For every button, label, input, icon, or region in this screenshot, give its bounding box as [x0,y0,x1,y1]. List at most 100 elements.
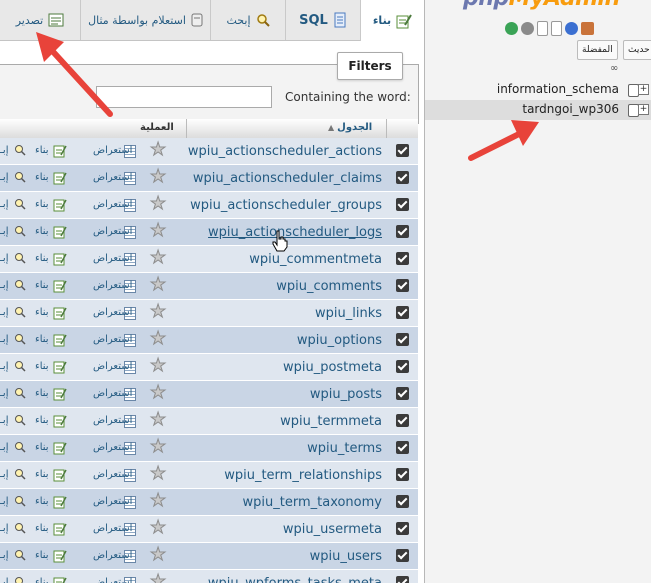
db-item-information-schema[interactable]: information_schema + [425,80,651,100]
browse-link[interactable]: استعراض [93,388,132,399]
db-item-tardngoi-wp306[interactable]: tardngoi_wp306 + [425,100,651,120]
table-name-link[interactable]: wpiu_comments [276,279,382,294]
table-name-link[interactable]: wpiu_postmeta [283,360,382,375]
structure-link[interactable]: بناء [35,388,49,399]
favorite-star-icon[interactable]: ★ [149,464,166,483]
table-name-link[interactable]: wpiu_usermeta [283,522,382,537]
row-checkbox[interactable] [396,171,409,184]
structure-link[interactable]: بناء [35,496,49,507]
structure-link[interactable]: بناء [35,550,49,561]
structure-icon[interactable] [53,252,67,266]
search-icon[interactable] [14,252,26,265]
search-icon[interactable] [14,360,26,373]
search-link[interactable]: إبـ [0,442,9,453]
search-link[interactable]: إبـ [0,388,9,399]
browse-link[interactable]: استعراض [93,145,132,156]
link-icon[interactable]: ∞ [610,63,618,74]
favorite-star-icon[interactable]: ★ [149,410,166,429]
browse-link[interactable]: استعراض [93,307,132,318]
structure-icon[interactable] [53,171,67,185]
search-link[interactable]: إبـ [0,226,9,237]
row-checkbox[interactable] [396,468,409,481]
structure-link[interactable]: بناء [35,253,49,264]
browse-link[interactable]: استعراض [93,550,132,561]
browse-link[interactable]: استعراض [93,523,132,534]
search-link[interactable]: إبـ [0,199,9,210]
favorite-star-icon[interactable]: ★ [149,167,166,186]
structure-link[interactable]: بناء [35,199,49,210]
tab-sql[interactable]: SQL [285,0,360,40]
row-checkbox[interactable] [396,333,409,346]
row-checkbox[interactable] [396,441,409,454]
search-link[interactable]: إبـ [0,172,9,183]
search-link[interactable]: إبـ [0,469,9,480]
favorite-star-icon[interactable]: ★ [149,275,166,294]
structure-icon[interactable] [53,387,67,401]
search-link[interactable]: إبـ [0,577,9,583]
structure-link[interactable]: بناء [35,523,49,534]
browse-link[interactable]: استعراض [93,415,132,426]
search-icon[interactable] [14,495,26,508]
row-checkbox[interactable] [396,414,409,427]
search-icon[interactable] [14,387,26,400]
search-icon[interactable] [14,441,26,454]
search-icon[interactable] [14,522,26,535]
table-name-link[interactable]: wpiu_actionscheduler_groups [190,198,382,213]
favorite-star-icon[interactable]: ★ [149,221,166,240]
structure-link[interactable]: بناء [35,442,49,453]
browse-link[interactable]: استعراض [93,280,132,291]
structure-icon[interactable] [53,225,67,239]
browse-link[interactable]: استعراض [93,577,132,583]
search-link[interactable]: إبـ [0,334,9,345]
table-name-link[interactable]: wpiu_wpforms_tasks_meta [208,576,382,583]
search-link[interactable]: إبـ [0,307,9,318]
favorite-star-icon[interactable]: ★ [149,545,166,564]
structure-link[interactable]: بناء [35,172,49,183]
table-name-link[interactable]: wpiu_termmeta [280,414,382,429]
structure-link[interactable]: بناء [35,361,49,372]
search-link[interactable]: إبـ [0,253,9,264]
search-icon[interactable] [14,333,26,346]
structure-link[interactable]: بناء [35,145,49,156]
structure-icon[interactable] [53,144,67,158]
search-icon[interactable] [14,414,26,427]
page-icon[interactable] [537,20,548,36]
help-icon[interactable] [565,21,578,35]
search-icon[interactable] [14,171,26,184]
structure-icon[interactable] [53,306,67,320]
search-icon[interactable] [14,306,26,319]
search-icon[interactable] [14,225,26,238]
structure-icon[interactable] [53,360,67,374]
browse-link[interactable]: استعراض [93,226,132,237]
settings-gear-icon[interactable] [521,21,534,35]
docs-icon[interactable] [551,20,562,36]
browse-link[interactable]: استعراض [93,172,132,183]
row-checkbox[interactable] [396,360,409,373]
table-name-link[interactable]: wpiu_terms [307,441,382,456]
structure-icon[interactable] [53,414,67,428]
favorite-star-icon[interactable]: ★ [149,572,166,583]
search-link[interactable]: إبـ [0,415,9,426]
tab-export[interactable]: تصدير [0,0,80,40]
structure-link[interactable]: بناء [35,280,49,291]
browse-link[interactable]: استعراض [93,334,132,345]
structure-icon[interactable] [53,522,67,536]
structure-link[interactable]: بناء [35,415,49,426]
browse-link[interactable]: استعراض [93,442,132,453]
home-icon[interactable] [581,21,594,35]
structure-icon[interactable] [53,576,67,583]
search-icon[interactable] [14,468,26,481]
table-name-link[interactable]: wpiu_actionscheduler_logs [208,225,382,240]
browse-link[interactable]: استعراض [93,361,132,372]
search-icon[interactable] [14,198,26,211]
favorite-star-icon[interactable]: ★ [149,383,166,402]
row-checkbox[interactable] [396,306,409,319]
row-checkbox[interactable] [396,279,409,292]
browse-link[interactable]: استعراض [93,253,132,264]
favorite-star-icon[interactable]: ★ [149,302,166,321]
reload-icon[interactable] [505,21,518,35]
table-name-link[interactable]: wpiu_actionscheduler_claims [193,171,382,186]
row-checkbox[interactable] [396,576,409,583]
structure-link[interactable]: بناء [35,334,49,345]
row-checkbox[interactable] [396,495,409,508]
